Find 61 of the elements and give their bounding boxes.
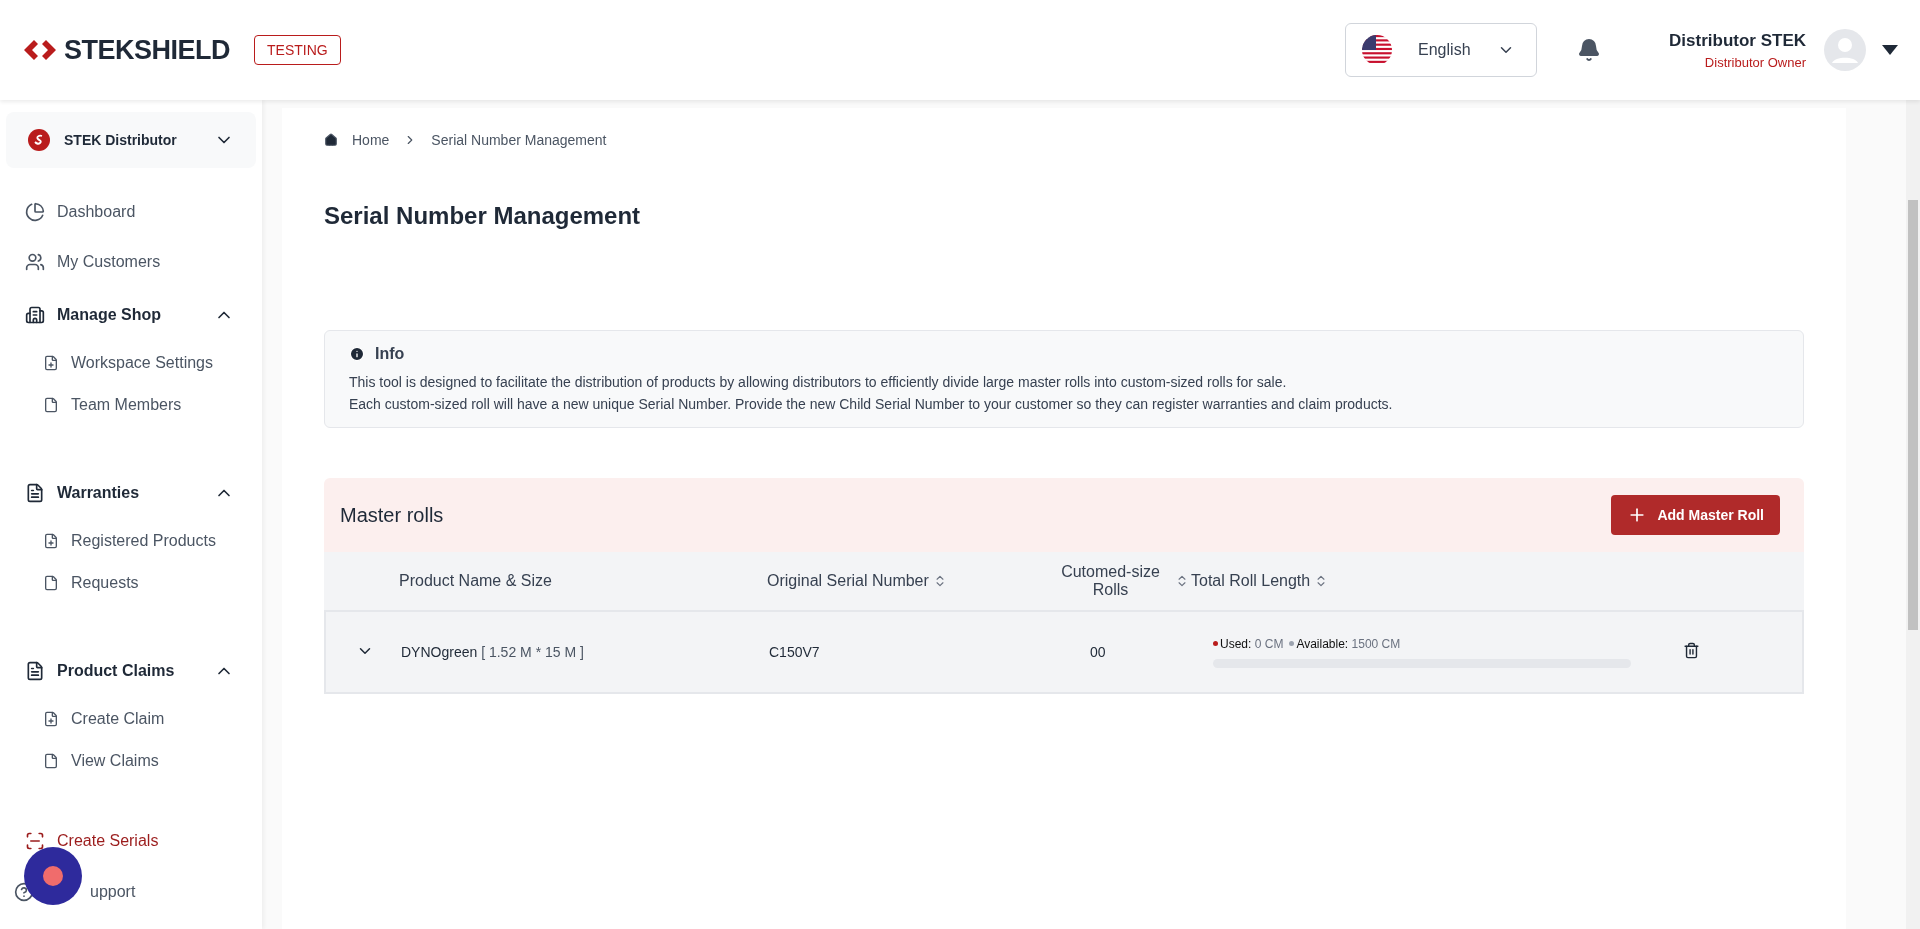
document-icon [43,574,59,591]
page-title: Serial Number Management [324,202,642,230]
add-master-roll-button[interactable]: Add Master Roll [1611,495,1780,535]
building-icon [25,304,45,325]
info-icon [349,346,365,362]
logo-icon [22,38,58,62]
notification-bell-icon[interactable] [1577,38,1602,62]
sidebar-section[interactable]: Warranties [6,465,256,520]
sidebar-subitem[interactable]: Registered Products [6,519,256,562]
sidebar-item[interactable]: Create Serials [57,831,159,850]
sidebar-subitem[interactable]: View Claims [6,739,256,782]
sidebar-item[interactable]: upport [90,882,136,901]
legend-value: 1500 CM [1351,636,1401,651]
record-icon [43,866,63,886]
users-icon [25,252,45,273]
scan-icon [25,830,45,851]
breadcrumb-current: Serial Number Management [431,132,607,148]
rolls-cell-text: 00 [1089,644,1107,660]
column-header[interactable]: Cutomed-size Rolls [1048,563,1191,599]
sidebar-item[interactable]: Dashboard [57,202,136,221]
sidebar-subitem[interactable]: Workspace Settings [6,341,256,384]
document-icon [43,752,59,769]
environment-badge: TESTING [254,35,341,65]
file-plus-icon [43,532,59,549]
sidebar-section[interactable]: Manage Shop [6,287,256,342]
legend-value: 0 CM [1254,636,1284,651]
column-header[interactable]: Original Serial Number [767,572,1048,590]
delete-icon[interactable] [1683,642,1700,659]
document-icon [43,396,59,413]
sidebar-subitem[interactable]: Create Claim [6,697,256,740]
chat-button[interactable] [24,847,82,905]
legend-label: Used: [1220,636,1252,651]
home-icon [324,133,338,147]
sidebar-item[interactable]: My Customers [57,253,161,272]
product-cell-text: DYNOgreen [ 1.52 M * 15 M ] [401,644,585,660]
user-role: Distributor Owner [1703,54,1806,70]
sidebar-subitem[interactable]: Team Members [6,383,256,426]
caret-icon[interactable] [1882,45,1898,55]
info-text: This tool is designed to facilitate the distribution of products by allowing distributors to efficiently divide large master rolls into custom-sized rolls for sale. [349,373,1288,392]
pie-chart-icon [25,201,45,222]
serial-cell-text: C150V7 [769,644,821,660]
workspace-select[interactable]: STEK Distributor [6,112,256,169]
sidebar-section[interactable]: Product Claims [6,643,256,698]
file-plus-icon [43,354,59,371]
logo-text: STEKSHIELD [64,34,231,66]
workspace-logo-icon [28,129,50,152]
file-plus-icon [43,710,59,727]
user-name: Distributor STEK [1669,30,1806,51]
breadcrumb-link[interactable]: Home [352,132,390,148]
column-header[interactable]: Total Roll Length [1191,572,1681,590]
sidebar-subitem[interactable]: Requests [6,561,256,604]
legend-label: Available: [1296,636,1349,651]
info-heading: Info [375,344,405,364]
language-select[interactable]: English [1345,23,1538,77]
section-title: Master rolls [340,503,444,527]
info-text: Each custom-sized roll will have a new unique Serial Number. Provide the new Child Serial Number to your customer so they can register warranties and claim products. [349,395,1394,414]
flag-icon [1362,35,1393,65]
document-icon [25,660,45,681]
scrollbar-thumb[interactable] [1908,200,1918,630]
document-icon [25,482,45,503]
column-header: Product Name & Size [399,572,553,590]
